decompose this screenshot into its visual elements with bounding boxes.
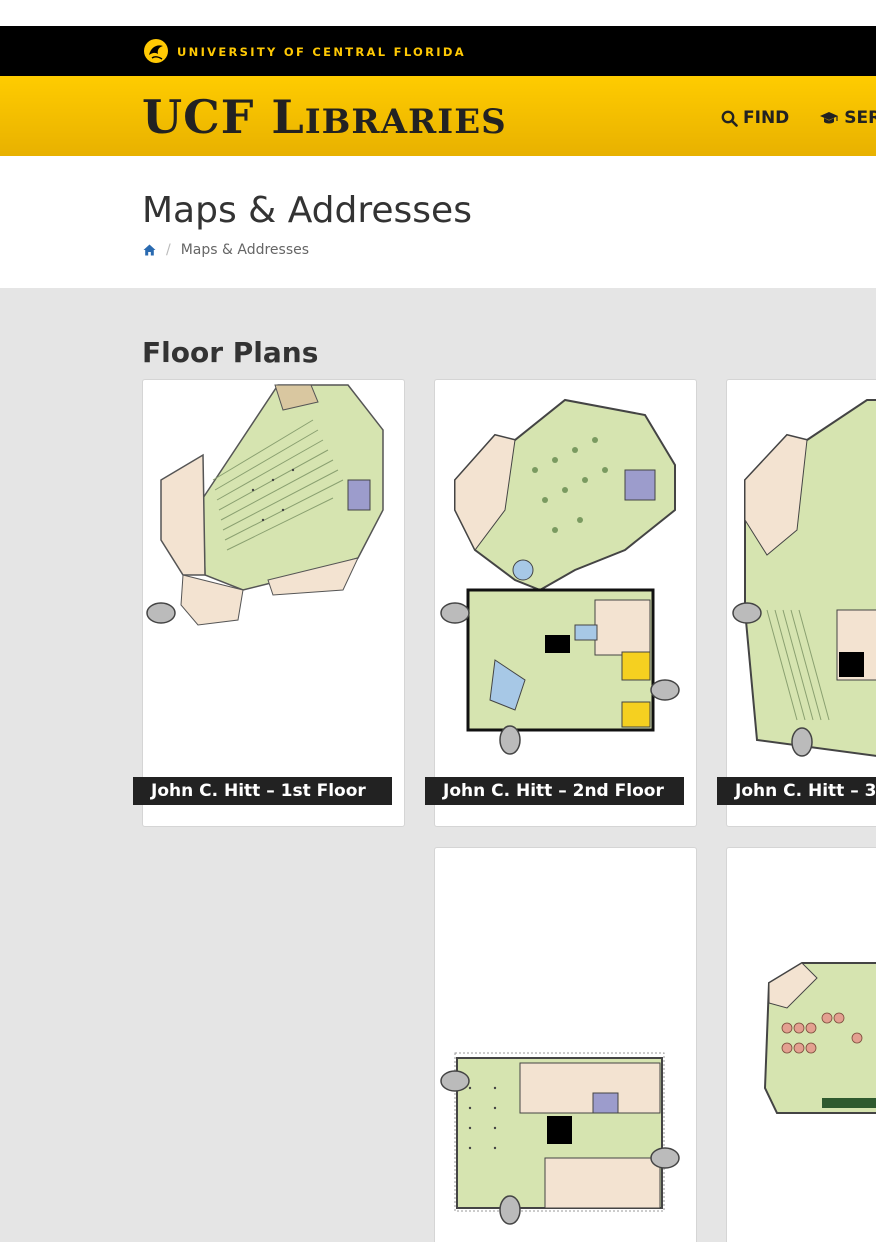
floor-plan-2nd-floor-image — [440, 398, 680, 755]
site-title-smallcaps: IBRARIES — [304, 102, 507, 142]
site-title[interactable]: UCF LIBRARIES — [142, 90, 507, 144]
floor-plan-card-2-title[interactable]: John C. Hitt – 2nd Floor — [425, 777, 684, 805]
breadcrumb-separator: / — [166, 242, 171, 258]
site-title-main: UCF L — [142, 90, 305, 144]
main-nav: FIND SERV — [721, 108, 876, 128]
floor-plan-card-4[interactable] — [434, 847, 697, 1242]
main-content: Floor Plans John C. Hitt – 1st Floor Joh… — [0, 288, 876, 1242]
floor-plan-5th-floor-image — [763, 962, 876, 1114]
breadcrumb: / Maps & Addresses — [143, 242, 309, 258]
ucf-header-bar: UNIVERSITY OF CENTRAL FLORIDA — [0, 26, 876, 76]
university-name[interactable]: UNIVERSITY OF CENTRAL FLORIDA — [177, 45, 466, 59]
top-gap — [0, 0, 876, 26]
floor-plan-card-2[interactable]: John C. Hitt – 2nd Floor — [425, 379, 697, 827]
libraries-header: UCF LIBRARIES FIND SERV — [0, 76, 876, 156]
floor-plan-card-1[interactable]: John C. Hitt – 1st Floor — [133, 379, 405, 827]
nav-services[interactable]: SERV — [819, 108, 876, 128]
nav-find-label: FIND — [743, 108, 790, 128]
floor-plan-card-3[interactable]: John C. Hitt – 3rd — [717, 379, 876, 827]
graduation-cap-icon — [820, 112, 839, 124]
floor-plan-4th-floor-image — [440, 1052, 680, 1225]
breadcrumb-current: Maps & Addresses — [180, 242, 310, 258]
floor-plan-card-3-title[interactable]: John C. Hitt – 3rd — [717, 777, 876, 805]
floor-plan-card-5[interactable] — [726, 847, 876, 1242]
home-icon[interactable] — [143, 244, 156, 256]
nav-services-label: SERV — [844, 108, 876, 128]
search-icon — [721, 110, 738, 127]
floor-plans-heading: Floor Plans — [142, 336, 319, 369]
nav-find[interactable]: FIND — [721, 108, 789, 128]
page-title: Maps & Addresses — [142, 190, 472, 231]
floor-plan-1st-floor-image — [146, 384, 384, 626]
floor-plan-card-1-title[interactable]: John C. Hitt – 1st Floor — [133, 777, 392, 805]
ucf-pegasus-logo-icon[interactable] — [143, 38, 169, 64]
floor-plan-3rd-floor-image — [732, 399, 876, 757]
page-header: Maps & Addresses / Maps & Addresses — [0, 156, 876, 288]
